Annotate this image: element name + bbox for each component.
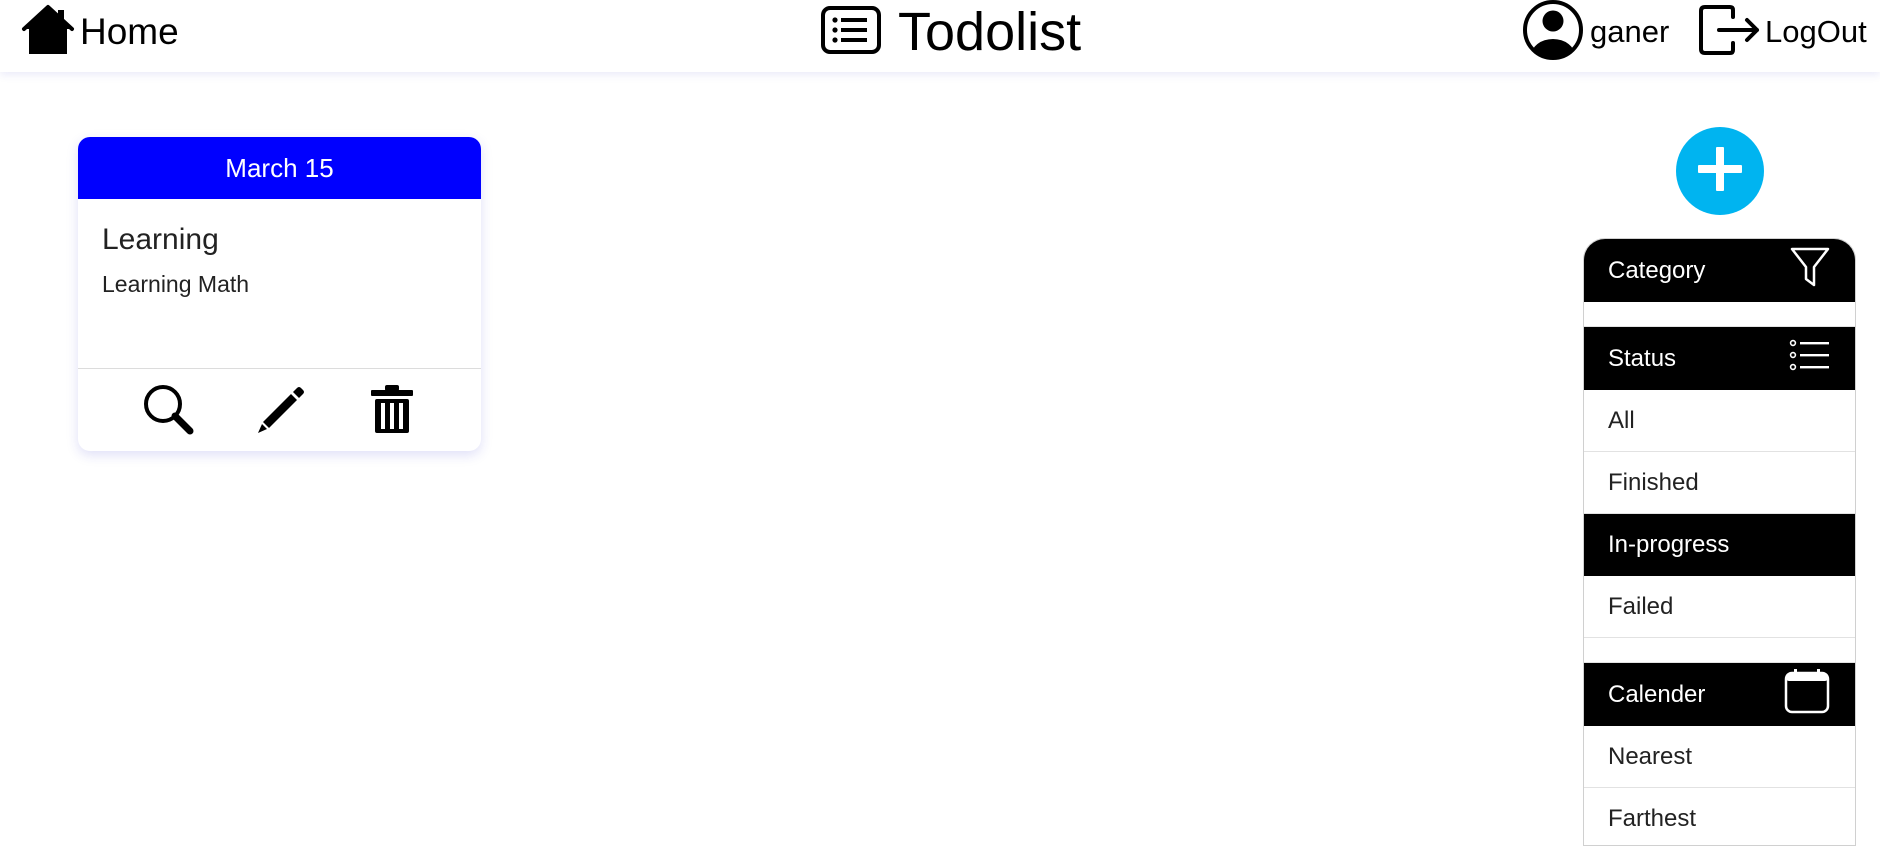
delete-task-button[interactable] xyxy=(365,384,419,438)
list-icon xyxy=(820,5,882,60)
add-task-button[interactable] xyxy=(1676,127,1764,215)
list-icon xyxy=(1789,338,1831,379)
calendar-option-nearest[interactable]: Nearest xyxy=(1584,726,1855,788)
home-icon xyxy=(20,2,76,63)
status-filter-header[interactable]: Status xyxy=(1584,327,1855,390)
edit-task-button[interactable] xyxy=(253,384,307,438)
user-profile[interactable]: ganer xyxy=(1522,0,1670,62)
category-options xyxy=(1584,302,1855,327)
task-title: Learning xyxy=(102,223,219,256)
task-description: Learning Math xyxy=(102,271,250,297)
home-link[interactable]: Home xyxy=(20,4,179,60)
user-avatar-icon xyxy=(1522,0,1584,66)
logout-label: LogOut xyxy=(1765,14,1867,49)
category-label: Category xyxy=(1608,256,1706,284)
trash-icon xyxy=(365,382,419,441)
view-task-button[interactable] xyxy=(141,384,195,438)
category-filter-header[interactable]: Category xyxy=(1584,239,1855,302)
plus-icon xyxy=(1695,144,1745,199)
calendar-label: Calender xyxy=(1608,680,1706,708)
search-icon xyxy=(141,382,195,441)
calendar-option-farthest[interactable]: Farthest xyxy=(1584,788,1855,845)
status-spacer xyxy=(1584,638,1855,663)
status-option-failed[interactable]: Failed xyxy=(1584,576,1855,638)
logout-button[interactable]: LogOut xyxy=(1697,4,1867,60)
status-option-all[interactable]: All xyxy=(1584,390,1855,452)
status-option-finished[interactable]: Finished xyxy=(1584,452,1855,514)
calendar-filter-header[interactable]: Calender xyxy=(1584,663,1855,726)
funnel-icon xyxy=(1789,245,1831,296)
logout-icon xyxy=(1697,3,1761,62)
task-card: March 15 Learning Learning Math xyxy=(78,137,481,451)
task-actions xyxy=(78,369,481,451)
top-navbar: Home Todolist ganer LogOut xyxy=(0,0,1880,72)
pencil-icon xyxy=(253,382,307,441)
task-date: March 15 xyxy=(78,137,481,199)
task-content: Learning Learning Math xyxy=(78,199,481,369)
username: ganer xyxy=(1590,14,1670,49)
status-label: Status xyxy=(1608,344,1677,372)
filter-panel: Category Status All Finished In-progress… xyxy=(1583,238,1856,846)
app-brand: Todolist xyxy=(820,2,1081,62)
app-title: Todolist xyxy=(898,2,1082,62)
calendar-icon xyxy=(1783,667,1831,722)
home-label: Home xyxy=(80,11,179,52)
status-option-in-progress[interactable]: In-progress xyxy=(1584,514,1855,576)
